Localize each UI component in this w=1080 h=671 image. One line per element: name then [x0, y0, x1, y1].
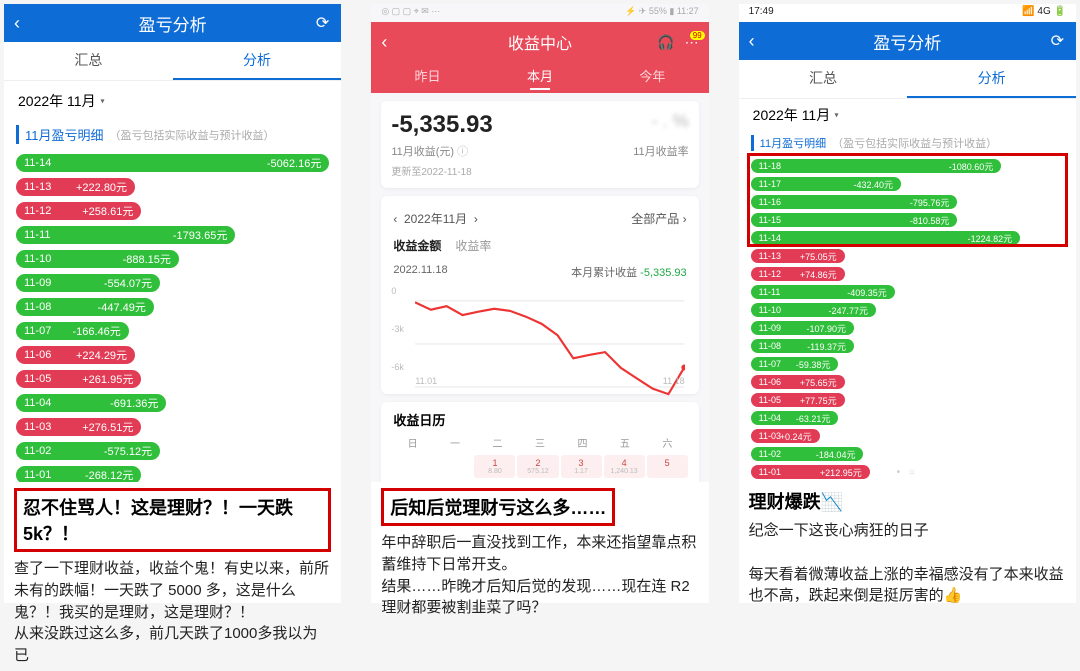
subtab-amount[interactable]: 收益金额 [393, 237, 441, 254]
pnl-row[interactable]: 11-13+75.05元 [751, 249, 845, 263]
pnl-row[interactable]: 11-10-247.77元 [751, 303, 876, 317]
page-indicator: • ○ [739, 467, 1076, 478]
calendar-day[interactable]: 5 [647, 455, 688, 478]
pnl-row[interactable]: 11-16-795.76元 [751, 195, 958, 209]
pnl-row[interactable]: 11-08-119.37元 [751, 339, 854, 353]
pnl-row[interactable]: 11-15-810.58元 [751, 213, 958, 227]
detail-title: 11月盈亏明细 （盈亏包括实际收益与预计收益） [16, 125, 329, 144]
tab-yesterday[interactable]: 昨日 [371, 62, 483, 93]
caption-title: 理财爆跌📉 [749, 488, 1066, 514]
panel-3: 17:49 📶 4G 🔋 ‹ 盈亏分析 ⟳ 汇总 分析 2022年 11月 ▾ … [739, 4, 1076, 603]
pnl-row[interactable]: 11-09-107.90元 [751, 321, 854, 335]
pnl-row[interactable]: 11-08-447.49元 [16, 298, 154, 316]
refresh-icon[interactable]: ⟳ [316, 13, 329, 33]
pnl-row[interactable]: 11-02-575.12元 [16, 442, 160, 460]
back-icon[interactable]: ‹ [14, 13, 20, 34]
pnl-row[interactable]: 11-14-1224.82元 [751, 231, 1020, 245]
product-selector[interactable]: 全部产品 › [631, 210, 686, 227]
caption-body: 年中辞职后一直没找到工作，本来还指望靠点积蓄维持下日常开支。 结果……昨晚才后知… [381, 532, 698, 619]
statusbar: 17:49 📶 4G 🔋 [739, 4, 1076, 22]
calendar-day[interactable]: 2575.12 [517, 455, 558, 478]
pnl-row[interactable]: 11-11-1793.65元 [16, 226, 235, 244]
pnl-row[interactable]: 11-07-166.46元 [16, 322, 129, 340]
pnl-row[interactable]: 11-12+74.86元 [751, 267, 845, 281]
tab-analysis[interactable]: 分析 [173, 42, 342, 80]
header: ‹ 收益中心 🎧 ⋯99 [371, 22, 708, 62]
sub-tabs: 收益金额 收益率 [391, 237, 688, 262]
pnl-row[interactable]: 11-06+224.29元 [16, 346, 135, 364]
chevron-down-icon: ▾ [100, 97, 104, 106]
pnl-row[interactable]: 11-14-5062.16元 [16, 154, 329, 172]
pnl-list: 11-14-5062.16元 11-13+222.80元 11-12+258.61元… [4, 148, 341, 482]
pnl-row[interactable]: 11-04-691.36元 [16, 394, 166, 412]
detail-title: 11月盈亏明细 （盈亏包括实际收益与预计收益） [751, 135, 1064, 151]
header-title: 收益中心 [508, 30, 572, 54]
pnl-row[interactable]: 11-13+222.80元 [16, 178, 135, 196]
pnl-row[interactable]: 11-07-59.38元 [751, 357, 839, 371]
calendar-day[interactable]: 41,240.13 [604, 455, 645, 478]
pnl-row[interactable]: 11-02-184.04元 [751, 447, 864, 461]
tabs: 汇总 分析 [4, 42, 341, 81]
pnl-row[interactable]: 11-10-888.15元 [16, 250, 179, 268]
back-icon[interactable]: ‹ [381, 32, 387, 53]
pnl-row[interactable]: 11-01-268.12元 [16, 466, 141, 482]
caption: 后知后觉理财亏这么多…… 年中辞职后一直没找到工作，本来还指望靠点积蓄维持下日常… [371, 482, 708, 623]
pnl-row[interactable]: 11-03+0.24元 [751, 429, 820, 443]
month-selector[interactable]: 2022年 11月 ▾ [4, 81, 341, 121]
back-icon[interactable]: ‹ [749, 31, 755, 52]
calendar-day[interactable]: 31.17 [561, 455, 602, 478]
calendar-title: 收益日历 [391, 410, 688, 435]
tab-analysis[interactable]: 分析 [907, 60, 1076, 98]
month-selector[interactable]: 2022年 11月 ▾ [739, 99, 1076, 131]
pnl-list: 11-18-1080.60元 11-17-432.40元 11-16-795.76元… [739, 155, 1076, 482]
pct-blur: - . % [652, 111, 689, 132]
pnl-row[interactable]: 11-04-63.21元 [751, 411, 839, 425]
update-line: 更新至2022-11-18 [391, 163, 688, 178]
info-icon[interactable]: ⓘ [457, 146, 468, 158]
calendar-day[interactable]: 18.80 [474, 455, 515, 478]
tab-month[interactable]: 本月 [484, 62, 596, 93]
cumulative-chart: 0 -3k -6k 11.01 11.18 [391, 286, 688, 386]
panel-2: ◎ ▢ ▢ ⌖ ✉ ⋯ ⚡ ✈ 55% ▮ 11:27 ‹ 收益中心 🎧 ⋯99… [371, 4, 708, 603]
headset-icon[interactable]: 🎧 [657, 34, 674, 51]
header-title: 盈亏分析 [873, 29, 941, 54]
pnl-row[interactable]: 11-17-432.40元 [751, 177, 901, 191]
pnl-row[interactable]: 11-05+261.95元 [16, 370, 141, 388]
pnl-row[interactable]: 11-11-409.35元 [751, 285, 895, 299]
pnl-row[interactable]: 11-09-554.07元 [16, 274, 160, 292]
month-label: 2022年 11月 [18, 91, 96, 111]
caption-body: 纪念一下这丧心病狂的日子 每天看着微薄收益上涨的幸福感没有了本来收益也不高，跌起… [749, 520, 1066, 607]
chevron-down-icon: ▾ [835, 111, 839, 120]
summary-card: -5,335.93 - . % 11月收益(元) ⓘ 11月收益率 更新至202… [381, 101, 698, 188]
statusbar: ◎ ▢ ▢ ⌖ ✉ ⋯ ⚡ ✈ 55% ▮ 11:27 [371, 4, 708, 22]
tab-summary[interactable]: 汇总 [4, 42, 173, 80]
weekday-row: 日一二三四五六 [391, 435, 688, 450]
calendar-days: 18.802575.1231.1741,240.135 [391, 454, 688, 479]
big-amount: -5,335.93 [391, 111, 492, 138]
tabs: 汇总 分析 [739, 60, 1076, 99]
header: ‹ 盈亏分析 ⟳ [4, 4, 341, 42]
tab-summary[interactable]: 汇总 [739, 60, 908, 98]
month-sub-selector[interactable]: ‹ 2022年11月 › [393, 210, 478, 227]
period-tabs: 昨日 本月 今年 [371, 62, 708, 93]
caption: 理财爆跌📉 纪念一下这丧心病狂的日子 每天看着微薄收益上涨的幸福感没有了本来收益… [739, 482, 1076, 611]
caption-title: 忍不住骂人！这是理财？！一天跌 5k？！ [14, 488, 331, 552]
panel-1: ‹ 盈亏分析 ⟳ 汇总 分析 2022年 11月 ▾ 11月盈亏明细 （盈亏包括… [4, 4, 341, 603]
tab-year[interactable]: 今年 [596, 62, 708, 93]
header-title: 盈亏分析 [139, 11, 207, 36]
pnl-row[interactable]: 11-06+75.65元 [751, 375, 845, 389]
pnl-row[interactable]: 11-05+77.75元 [751, 393, 845, 407]
caption-title: 后知后觉理财亏这么多…… [381, 488, 615, 526]
refresh-icon[interactable]: ⟳ [1051, 31, 1064, 51]
pnl-row[interactable]: 11-03+276.51元 [16, 418, 141, 436]
pnl-row[interactable]: 11-18-1080.60元 [751, 159, 1002, 173]
caption-body: 查了一下理财收益，收益个鬼！有史以来，前所未有的跌幅！一天跌了 5000 多，这… [14, 558, 331, 667]
caption: 忍不住骂人！这是理财？！一天跌 5k？！ 查了一下理财收益，收益个鬼！有史以来，… [4, 482, 341, 671]
pnl-row[interactable]: 11-12+258.61元 [16, 202, 141, 220]
label-left: 11月收益(元) ⓘ [391, 143, 468, 159]
header: ‹ 盈亏分析 ⟳ [739, 22, 1076, 60]
more-icon[interactable]: ⋯99 [685, 34, 699, 51]
subtab-rate[interactable]: 收益率 [455, 237, 491, 254]
